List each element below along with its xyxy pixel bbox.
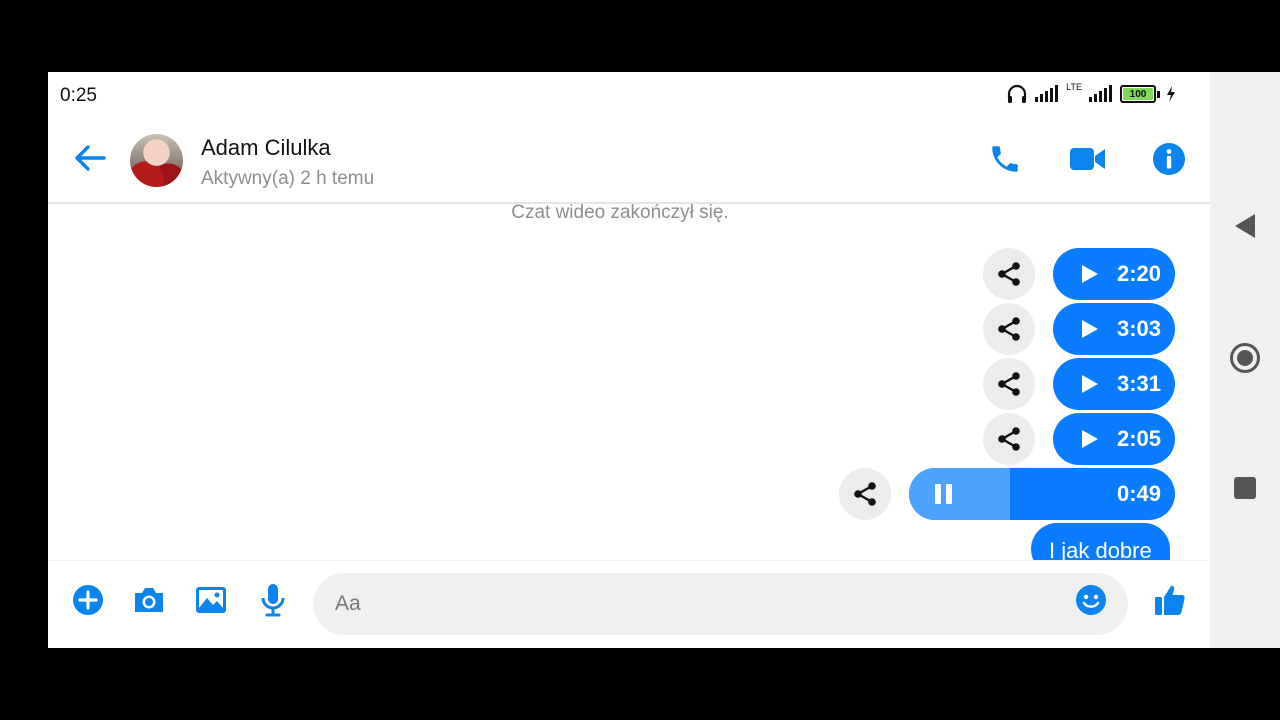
- share-button[interactable]: [983, 303, 1035, 355]
- info-icon: [1153, 143, 1185, 175]
- pause-icon[interactable]: [933, 483, 955, 505]
- camera-button[interactable]: [124, 575, 174, 625]
- audio-duration: 0:49: [1116, 481, 1161, 506]
- audio-duration: 2:20: [1116, 261, 1161, 286]
- smiley-icon: [1076, 585, 1106, 615]
- status-bar: 0:25 LTE 100: [48, 72, 1210, 118]
- audio-message[interactable]: 2:05: [1053, 413, 1175, 465]
- more-actions-button[interactable]: [63, 575, 113, 625]
- share-button[interactable]: [839, 468, 891, 520]
- chat-area[interactable]: Czat wideo zakończył się. 2:20 3:03 3:31…: [48, 204, 1210, 560]
- signal-icon: [1035, 85, 1059, 102]
- chat-header: Adam Cilulka Aktywny(a) 2 h temu: [48, 118, 1210, 204]
- plus-circle-icon: [73, 585, 103, 615]
- share-icon: [854, 482, 876, 506]
- thumbs-up-icon: [1155, 585, 1185, 615]
- image-icon: [196, 587, 226, 613]
- audio-duration: 3:31: [1116, 371, 1161, 396]
- nav-recents-button[interactable]: [1210, 458, 1280, 518]
- nav-home-button[interactable]: [1210, 328, 1280, 388]
- audio-progress: [909, 468, 1011, 520]
- share-button[interactable]: [983, 248, 1035, 300]
- back-button[interactable]: [70, 138, 110, 178]
- android-nav-bar: [1210, 72, 1280, 648]
- emoji-button[interactable]: [1066, 575, 1116, 625]
- battery-icon: 100: [1120, 85, 1156, 103]
- message-input[interactable]: [313, 573, 1128, 635]
- audio-duration: 3:03: [1116, 316, 1161, 341]
- status-time: 0:25: [60, 85, 97, 106]
- microphone-icon: [261, 584, 285, 617]
- contact-name[interactable]: Adam Cilulka: [201, 135, 331, 161]
- like-button[interactable]: [1145, 575, 1195, 625]
- share-button[interactable]: [983, 413, 1035, 465]
- triangle-back-icon: [1235, 214, 1255, 238]
- play-icon[interactable]: [1081, 429, 1099, 449]
- contact-status: Aktywny(a) 2 h temu: [201, 168, 375, 189]
- audio-message[interactable]: 3:31: [1053, 358, 1175, 410]
- info-button[interactable]: [1146, 136, 1192, 182]
- nav-back-button[interactable]: [1210, 196, 1280, 256]
- battery-level: 100: [1129, 88, 1147, 100]
- network-type: LTE: [1066, 82, 1082, 92]
- play-icon[interactable]: [1081, 319, 1099, 339]
- messenger-screen: 0:25 LTE 100 Adam Cilulka Aktywny(a) 2 h…: [48, 72, 1210, 648]
- share-icon: [998, 427, 1020, 451]
- play-icon[interactable]: [1081, 374, 1099, 394]
- charging-icon: [1167, 86, 1175, 102]
- audio-duration: 2:05: [1116, 426, 1161, 451]
- voice-call-button[interactable]: [982, 136, 1028, 182]
- text-message[interactable]: I jak dobre: [1031, 523, 1170, 560]
- audio-message-playing[interactable]: 0:49: [909, 468, 1175, 520]
- arrow-left-icon: [75, 145, 106, 171]
- battery-tip: [1157, 90, 1160, 98]
- system-message: Czat wideo zakończył się.: [511, 204, 729, 223]
- share-icon: [998, 372, 1020, 396]
- status-icons: LTE 100: [1006, 82, 1176, 104]
- audio-message[interactable]: 2:20: [1053, 248, 1175, 300]
- circle-home-icon: [1230, 343, 1260, 373]
- audio-message[interactable]: 3:03: [1053, 303, 1175, 355]
- voice-record-button[interactable]: [248, 575, 298, 625]
- camera-icon: [135, 588, 163, 612]
- video-camera-icon: [1070, 148, 1105, 170]
- phone-icon: [992, 146, 1018, 172]
- signal-icon-2: [1089, 85, 1112, 102]
- play-icon[interactable]: [1081, 264, 1099, 284]
- avatar[interactable]: [130, 134, 183, 187]
- square-recents-icon: [1234, 477, 1256, 499]
- share-icon: [998, 262, 1020, 286]
- share-icon: [998, 317, 1020, 341]
- composer: [48, 560, 1210, 648]
- headphones-icon: [1008, 84, 1027, 103]
- share-button[interactable]: [983, 358, 1035, 410]
- gallery-button[interactable]: [186, 575, 236, 625]
- video-call-button[interactable]: [1065, 136, 1111, 182]
